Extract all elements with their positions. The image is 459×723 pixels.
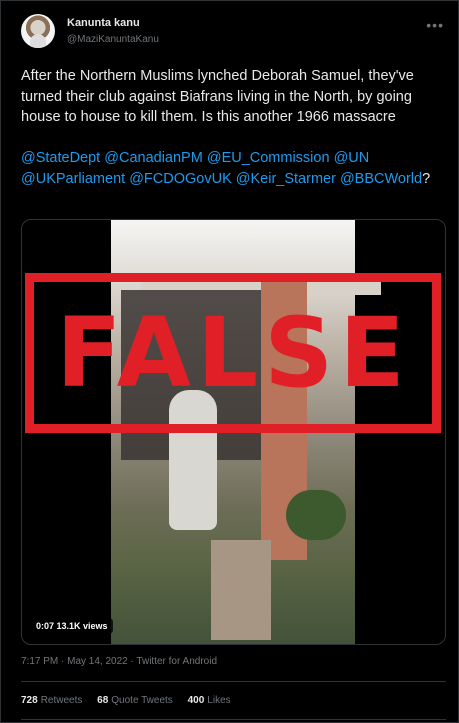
video-duration: 0:07 — [36, 621, 55, 631]
mentions-suffix: ? — [422, 170, 431, 187]
quotes-label: Quote Tweets — [111, 695, 173, 706]
quote-tweets-stat[interactable]: 68 Quote Tweets — [97, 695, 173, 706]
tweet-text: After the Northern Muslims lynched Debor… — [21, 68, 414, 125]
false-stamp-label: FALSE — [56, 297, 411, 409]
mention-link[interactable]: @Keir_Starmer — [236, 171, 336, 187]
divider — [21, 681, 446, 682]
avatar[interactable] — [21, 14, 55, 48]
video-views: 13.1K views — [56, 621, 108, 631]
mention-link[interactable]: @UN — [334, 150, 370, 166]
likes-stat[interactable]: 400 Likes — [188, 695, 231, 706]
tweet-meta[interactable]: 7:17 PM · May 14, 2022 · Twitter for And… — [21, 656, 217, 667]
mention-link[interactable]: @UKParliament — [21, 171, 125, 187]
retweets-label: Retweets — [40, 695, 83, 706]
mention-link[interactable]: @FCDOGovUK — [129, 171, 232, 187]
video-duration-views: 0:07 13.1K views — [31, 618, 113, 634]
divider — [21, 719, 446, 720]
tweet-stats: 728 Retweets 68 Quote Tweets 400 Likes — [21, 695, 243, 706]
tweet-card[interactable]: Kanunta kanu @MaziKanuntaKanu ••• After … — [0, 0, 459, 723]
mention-link[interactable]: @CanadianPM — [104, 150, 203, 166]
mention-link[interactable]: @BBCWorld — [340, 171, 422, 187]
mentions-line: @StateDept @CanadianPM @EU_Commission @U… — [21, 148, 441, 189]
concrete-path — [211, 540, 271, 640]
video-player[interactable]: FALSE 0:07 13.1K views — [21, 219, 446, 645]
likes-count: 400 — [187, 695, 205, 706]
likes-label: Likes — [207, 695, 231, 706]
mention-link[interactable]: @StateDept — [21, 150, 100, 166]
author-display-name[interactable]: Kanunta kanu — [67, 17, 140, 29]
plant — [286, 490, 346, 540]
retweets-stat[interactable]: 728 Retweets — [21, 695, 82, 706]
quotes-count: 68 — [97, 695, 109, 706]
retweets-count: 728 — [21, 695, 38, 706]
more-horizontal-icon[interactable]: ••• — [426, 17, 444, 33]
author-handle[interactable]: @MaziKanuntaKanu — [67, 34, 159, 45]
mention-link[interactable]: @EU_Commission — [207, 150, 330, 166]
tweet-header: Kanunta kanu @MaziKanuntaKanu ••• — [21, 14, 446, 54]
